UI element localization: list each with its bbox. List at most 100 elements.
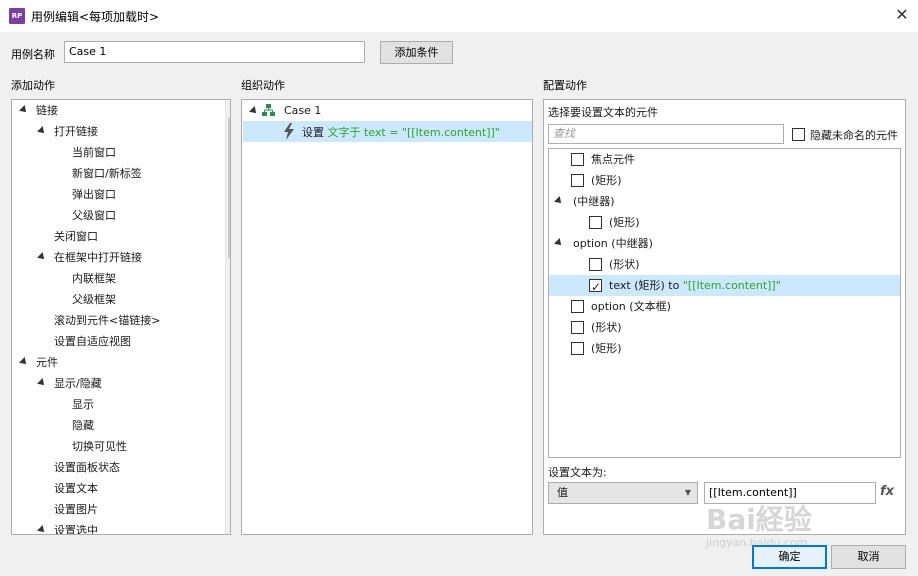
watermark-logo: Bai経验	[706, 503, 812, 536]
action-item[interactable]: 弹出窗口	[12, 184, 212, 205]
action-item[interactable]: 父级框架	[12, 289, 212, 310]
widget-checkbox[interactable]	[571, 342, 584, 355]
widget-checkbox[interactable]	[589, 277, 602, 298]
add-condition-button[interactable]: 添加条件	[380, 41, 453, 64]
scroll-down-icon[interactable]: ▼	[226, 518, 230, 534]
action-item[interactable]: 设置图片	[12, 499, 212, 520]
widget-checkbox[interactable]	[589, 216, 602, 229]
widget-group[interactable]: (中继器)	[549, 191, 900, 212]
close-icon[interactable]: ✕	[892, 5, 912, 25]
action-item[interactable]: 设置面板状态	[12, 457, 212, 478]
action-item[interactable]: 显示	[12, 394, 212, 415]
action-item-label: 在框架中打开链接	[54, 251, 142, 264]
action-item[interactable]: 打开链接	[12, 121, 212, 142]
expand-arrow-icon[interactable]	[19, 357, 29, 367]
widget-item[interactable]: (矩形)	[549, 338, 900, 359]
expand-arrow-icon[interactable]	[249, 106, 259, 116]
expand-arrow-icon[interactable]	[554, 238, 564, 248]
action-item-label: 设置选中	[54, 524, 98, 535]
action-item-label: 设置图片	[54, 503, 98, 516]
action-item[interactable]: 显示/隐藏	[12, 373, 212, 394]
action-item-label: 设置自适应视图	[54, 335, 131, 348]
widget-item[interactable]: (形状)	[549, 254, 900, 275]
widget-item[interactable]: (矩形)	[549, 212, 900, 233]
expand-arrow-icon[interactable]	[37, 126, 47, 136]
ok-button[interactable]: 确定	[752, 545, 827, 569]
configure-actions-panel: 选择要设置文本的元件 查找 隐藏未命名的元件 焦点元件 (矩形) (中继器) (矩形)…	[543, 99, 906, 535]
action-detail: 文字于 text = "[[Item.content]]"	[327, 126, 500, 139]
lightning-icon	[284, 123, 294, 140]
action-item[interactable]: 链接	[12, 100, 212, 121]
widget-item[interactable]: 焦点元件	[549, 149, 900, 170]
action-item-label: 内联框架	[72, 272, 116, 285]
expand-arrow-icon[interactable]	[37, 378, 47, 388]
widget-label: 焦点元件	[591, 153, 635, 166]
widget-item[interactable]: (矩形)	[549, 170, 900, 191]
widget-item[interactable]: text (矩形) to "[[Item.content]]"	[549, 275, 900, 298]
expand-arrow-icon[interactable]	[554, 196, 564, 206]
case-label[interactable]: Case 1	[284, 104, 321, 117]
widget-label: (矩形)	[591, 342, 622, 355]
widget-tree[interactable]: 焦点元件 (矩形) (中继器) (矩形) option (中继器) (形状) text (矩…	[548, 148, 901, 458]
cancel-button[interactable]: 取消	[831, 545, 906, 569]
case-icon	[262, 104, 275, 116]
action-item[interactable]: 当前窗口	[12, 142, 212, 163]
case-name-input[interactable]: Case 1	[64, 41, 365, 63]
action-item[interactable]: 新窗口/新标签	[12, 163, 212, 184]
action-item-label: 父级框架	[72, 293, 116, 306]
widget-checkbox[interactable]	[571, 321, 584, 334]
widget-checkbox[interactable]	[589, 258, 602, 271]
action-item-label: 当前窗口	[72, 146, 116, 159]
action-item-label: 显示/隐藏	[54, 377, 102, 390]
add-actions-tree[interactable]: 链接 打开链接当前窗口新窗口/新标签弹出窗口 父级窗口关闭窗口在框架中打开链接内联框…	[11, 99, 231, 535]
widget-label: text (矩形) to	[609, 279, 680, 292]
action-item[interactable]: 滚动到元件<锚链接>	[12, 310, 212, 331]
set-text-label: 设置文本为:	[548, 466, 607, 479]
fx-button[interactable]: fx	[880, 484, 894, 499]
value-type-label: 值	[557, 486, 568, 499]
action-item[interactable]: 父级窗口	[12, 205, 212, 226]
widget-item[interactable]: (形状)	[549, 317, 900, 338]
action-item[interactable]: 设置文本	[12, 478, 212, 499]
action-item-label: 元件	[36, 356, 58, 369]
action-item[interactable]: 元件	[12, 352, 212, 373]
scroll-up-icon[interactable]: ▲	[226, 101, 230, 117]
value-type-select[interactable]: 值 ▼	[548, 482, 698, 504]
expand-arrow-icon[interactable]	[37, 525, 47, 534]
add-actions-heading: 添加动作	[11, 79, 55, 92]
expand-arrow-icon[interactable]	[19, 105, 29, 115]
action-item-label: 新窗口/新标签	[72, 167, 142, 180]
widget-checkbox[interactable]	[571, 300, 584, 313]
action-item[interactable]: 切换可见性	[12, 436, 212, 457]
hide-unnamed-checkbox[interactable]	[792, 128, 805, 141]
action-item-label: 显示	[72, 398, 94, 411]
app-icon: RP	[9, 8, 25, 24]
action-prefix: 设置	[302, 126, 324, 139]
widget-search-input[interactable]: 查找	[548, 124, 784, 144]
organize-actions-tree[interactable]: Case 1 设置 文字于 text = "[[Item.content]]"	[241, 99, 533, 535]
action-item-label: 切换可见性	[72, 440, 127, 453]
configure-actions-heading: 配置动作	[543, 79, 587, 92]
chevron-down-icon: ▼	[684, 488, 691, 497]
action-item[interactable]: 在框架中打开链接	[12, 247, 212, 268]
action-item[interactable]: 设置自适应视图	[12, 331, 212, 352]
expand-arrow-icon[interactable]	[37, 252, 47, 262]
action-item[interactable]: 内联框架	[12, 268, 212, 289]
action-item[interactable]: 设置选中	[12, 520, 212, 535]
widget-label: (形状)	[591, 321, 622, 334]
widget-group[interactable]: option (中继器)	[549, 233, 900, 254]
organize-actions-heading: 组织动作	[241, 79, 285, 92]
action-item-label: 关闭窗口	[54, 230, 98, 243]
action-row[interactable]: 设置 文字于 text = "[[Item.content]]"	[243, 121, 532, 142]
widget-checkbox[interactable]	[571, 153, 584, 166]
widget-checkbox[interactable]	[571, 174, 584, 187]
widget-value: "[[Item.content]]"	[682, 279, 781, 292]
scroll-thumb[interactable]: ≡	[228, 118, 230, 258]
action-item[interactable]: 关闭窗口	[12, 226, 212, 247]
add-actions-scrollbar[interactable]: ▲ ≡ ▼	[225, 101, 230, 534]
action-item[interactable]: 隐藏	[12, 415, 212, 436]
case-name-label: 用例名称	[11, 48, 55, 61]
widget-label: (矩形)	[591, 174, 622, 187]
title-bar: RP 用例编辑<每项加载时> ✕	[0, 0, 918, 32]
widget-item[interactable]: option (文本框)	[549, 296, 900, 317]
